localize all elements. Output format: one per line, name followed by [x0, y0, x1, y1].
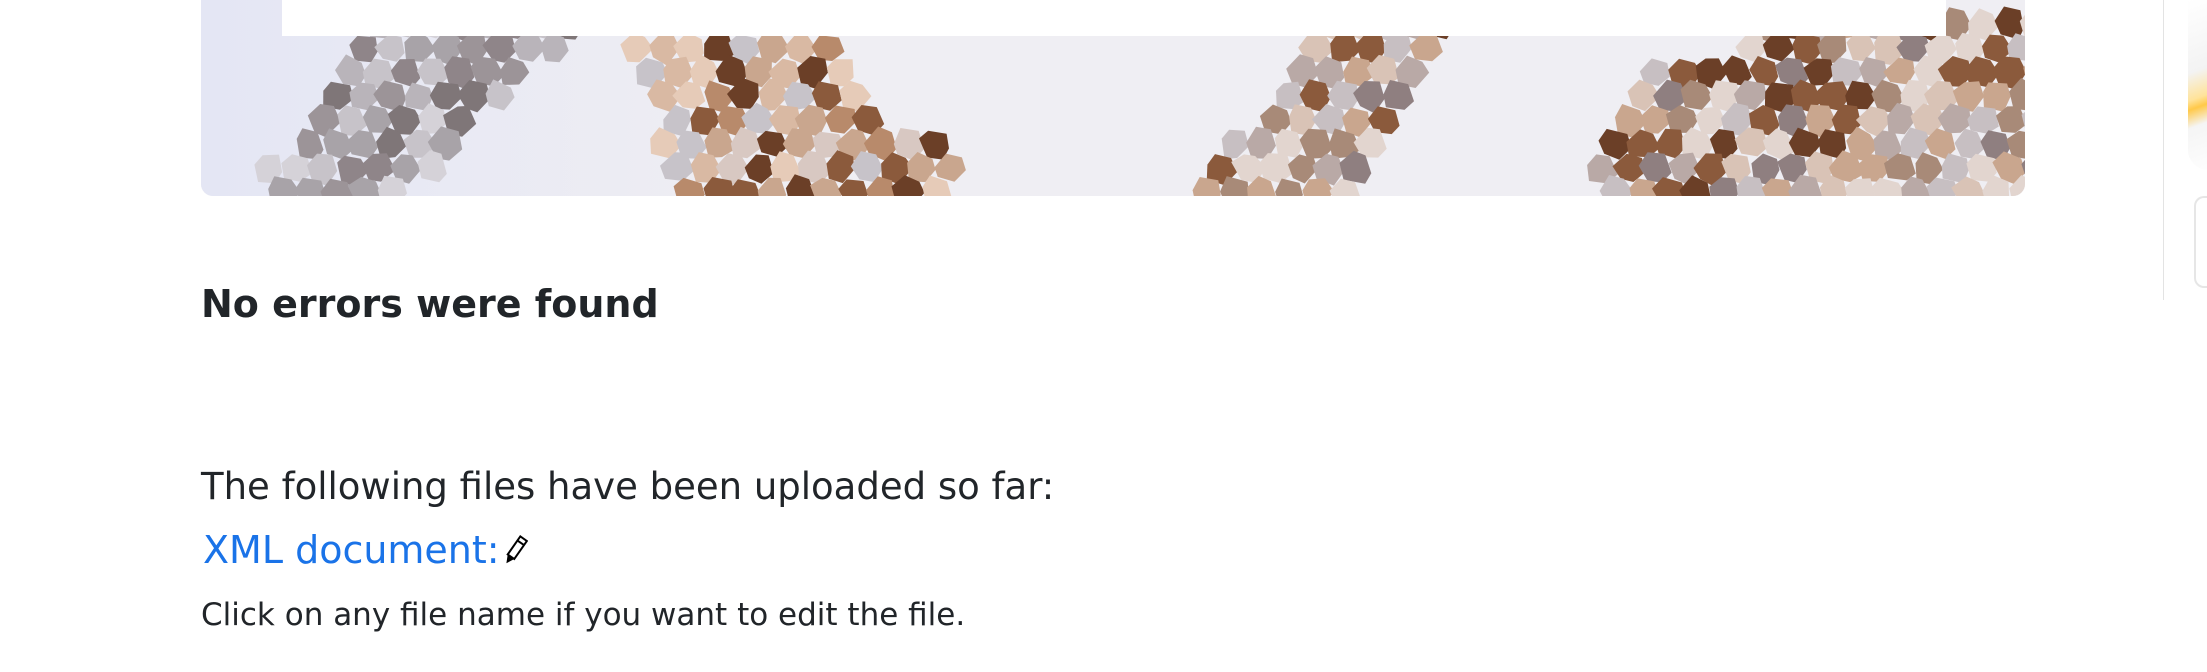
file-link-xml-document[interactable]: XML document:	[203, 528, 528, 574]
header-banner	[201, 0, 2025, 196]
page: No errors were found The following files…	[0, 0, 2207, 672]
pencil-icon[interactable]	[502, 534, 528, 568]
file-link-label: XML document:	[203, 528, 500, 572]
uploaded-files-intro: The following files have been uploaded s…	[201, 465, 1055, 508]
status-heading: No errors were found	[201, 282, 659, 326]
side-thumbnail	[2188, 0, 2207, 170]
side-panel	[2163, 0, 2207, 300]
edit-hint: Click on any file name if you want to ed…	[201, 597, 966, 633]
hero-card	[282, 0, 1946, 36]
side-card	[2194, 196, 2207, 288]
